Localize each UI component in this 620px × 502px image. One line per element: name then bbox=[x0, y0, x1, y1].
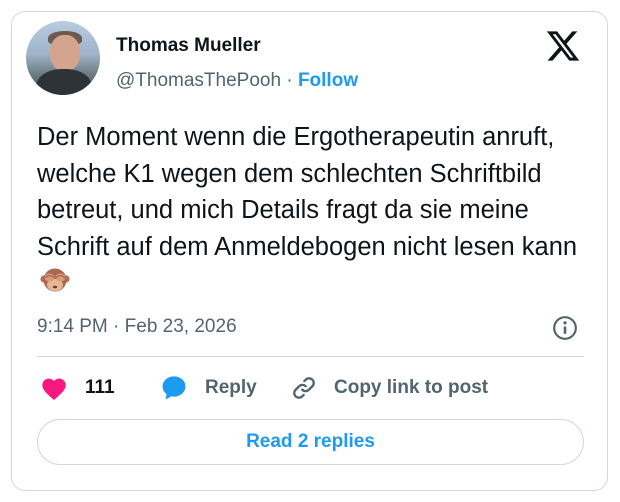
copy-link-button[interactable]: Copy link to post bbox=[290, 373, 488, 403]
link-icon bbox=[293, 377, 315, 399]
handle-separator: · bbox=[286, 70, 293, 91]
like-count: 111 bbox=[85, 377, 115, 398]
like-button[interactable]: 111 bbox=[40, 373, 115, 403]
x-logo-icon[interactable] bbox=[545, 28, 581, 64]
read-replies-label: Read 2 replies bbox=[246, 431, 375, 452]
tweet-text-block: Der Moment wenn die Ergotherapeutin anru… bbox=[37, 119, 592, 302]
reply-button[interactable]: Reply bbox=[160, 373, 257, 403]
post-meta: 9:14 PM · Feb 23, 2026 bbox=[37, 315, 237, 339]
author-handle[interactable]: @ThomasThePooh bbox=[116, 70, 281, 91]
copy-link-label: Copy link to post bbox=[334, 377, 489, 398]
avatar[interactable] bbox=[26, 21, 100, 95]
reply-label: Reply bbox=[205, 377, 257, 398]
reply-bubble-icon bbox=[162, 376, 186, 400]
heart-icon bbox=[42, 378, 66, 401]
info-icon[interactable] bbox=[552, 315, 578, 341]
meta-separator: · bbox=[113, 316, 120, 337]
follow-link[interactable]: Follow bbox=[298, 70, 358, 91]
post-time[interactable]: 9:14 PM bbox=[37, 316, 108, 337]
tweet-text: Der Moment wenn die Ergotherapeutin anru… bbox=[37, 123, 578, 261]
post-date[interactable]: Feb 23, 2026 bbox=[125, 316, 237, 337]
author-name[interactable]: Thomas Mueller bbox=[116, 34, 261, 58]
avatar-body bbox=[36, 69, 92, 95]
author-handle-row: @ThomasThePooh · Follow bbox=[116, 69, 358, 93]
avatar-face bbox=[50, 35, 80, 71]
divider bbox=[37, 356, 584, 357]
read-replies-button[interactable]: Read 2 replies bbox=[37, 419, 584, 465]
see-no-evil-monkey-icon bbox=[40, 268, 70, 292]
